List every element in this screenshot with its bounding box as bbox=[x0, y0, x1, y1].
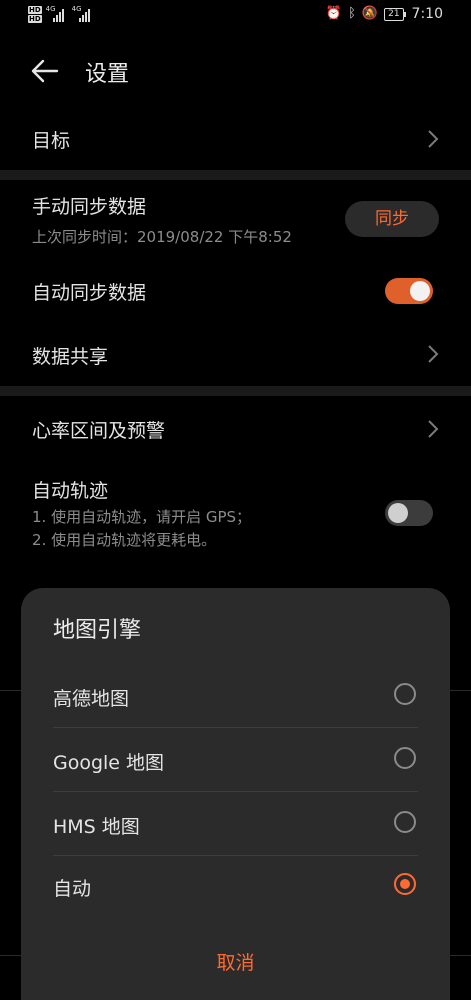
section-divider bbox=[0, 386, 471, 396]
arrow-left-icon[interactable] bbox=[30, 56, 60, 86]
row-label: 自动轨迹 bbox=[32, 480, 109, 502]
radio-button[interactable] bbox=[394, 811, 416, 833]
cancel-button[interactable]: 取消 bbox=[21, 948, 450, 975]
radio-button[interactable] bbox=[394, 683, 416, 705]
status-right: ⏰ ᛒ 🔕 21 7:10 bbox=[326, 6, 443, 22]
battery-icon: 21 bbox=[384, 7, 407, 21]
auto-sync-toggle[interactable] bbox=[385, 278, 433, 304]
row-label: 心率区间及预警 bbox=[32, 420, 166, 442]
auto-track-toggle[interactable] bbox=[385, 500, 433, 526]
row-note-1: 1. 使用自动轨迹，请开启 GPS； bbox=[32, 508, 252, 526]
row-label: 手动同步数据 bbox=[32, 196, 147, 218]
chevron-right-icon bbox=[428, 420, 439, 438]
settings-row-auto-sync[interactable]: 自动同步数据 bbox=[0, 262, 471, 320]
bluetooth-icon: ᛒ bbox=[348, 6, 356, 21]
toggle-knob bbox=[388, 503, 408, 523]
signal-icon: 4G bbox=[46, 6, 68, 22]
hd-badge: HD bbox=[28, 6, 42, 14]
clock: 7:10 bbox=[411, 6, 443, 22]
option-label: Google 地图 bbox=[53, 752, 165, 774]
settings-row-goal[interactable]: 目标 bbox=[0, 112, 471, 168]
settings-row-heart-rate[interactable]: 心率区间及预警 bbox=[0, 400, 471, 458]
row-subtitle: 上次同步时间：2019/08/22 下午8:52 bbox=[32, 228, 292, 246]
chevron-right-icon bbox=[428, 345, 439, 363]
option-label: HMS 地图 bbox=[53, 816, 140, 838]
section-divider bbox=[0, 170, 471, 180]
chevron-right-icon bbox=[428, 130, 439, 148]
map-option-amap[interactable]: 高德地图 bbox=[21, 664, 450, 728]
map-engine-dialog: 地图引擎 高德地图 Google 地图 HMS 地图 自动 取消 bbox=[21, 588, 450, 1000]
row-note-2: 2. 使用自动轨迹将更耗电。 bbox=[32, 531, 217, 549]
header: 设置 bbox=[0, 48, 471, 94]
map-option-auto[interactable]: 自动 bbox=[21, 854, 450, 918]
radio-button-selected[interactable] bbox=[394, 873, 416, 895]
mute-icon: 🔕 bbox=[361, 6, 379, 21]
settings-row-data-share[interactable]: 数据共享 bbox=[0, 326, 471, 382]
sync-button[interactable]: 同步 bbox=[345, 201, 439, 237]
row-label: 目标 bbox=[32, 130, 71, 152]
map-option-hms[interactable]: HMS 地图 bbox=[21, 792, 450, 856]
radio-button[interactable] bbox=[394, 747, 416, 769]
row-label: 自动同步数据 bbox=[32, 282, 147, 304]
alarm-icon: ⏰ bbox=[325, 6, 343, 21]
dialog-title: 地图引擎 bbox=[53, 618, 142, 643]
option-label: 高德地图 bbox=[53, 688, 130, 710]
page-title: 设置 bbox=[85, 62, 130, 87]
option-label: 自动 bbox=[53, 878, 92, 900]
toggle-knob bbox=[410, 281, 430, 301]
hd-badges: HD HD bbox=[28, 6, 42, 23]
row-label: 数据共享 bbox=[32, 346, 109, 368]
status-bar: HD HD 4G 4G ⏰ ᛒ 🔕 21 7:10 bbox=[0, 0, 471, 36]
signal-icon-2: 4G bbox=[72, 6, 94, 22]
settings-row-auto-track: 自动轨迹 1. 使用自动轨迹，请开启 GPS； 2. 使用自动轨迹将更耗电。 bbox=[0, 466, 471, 562]
map-option-google[interactable]: Google 地图 bbox=[21, 728, 450, 792]
status-left: HD HD 4G 4G bbox=[28, 6, 94, 23]
hd-badge-2: HD bbox=[28, 15, 42, 23]
